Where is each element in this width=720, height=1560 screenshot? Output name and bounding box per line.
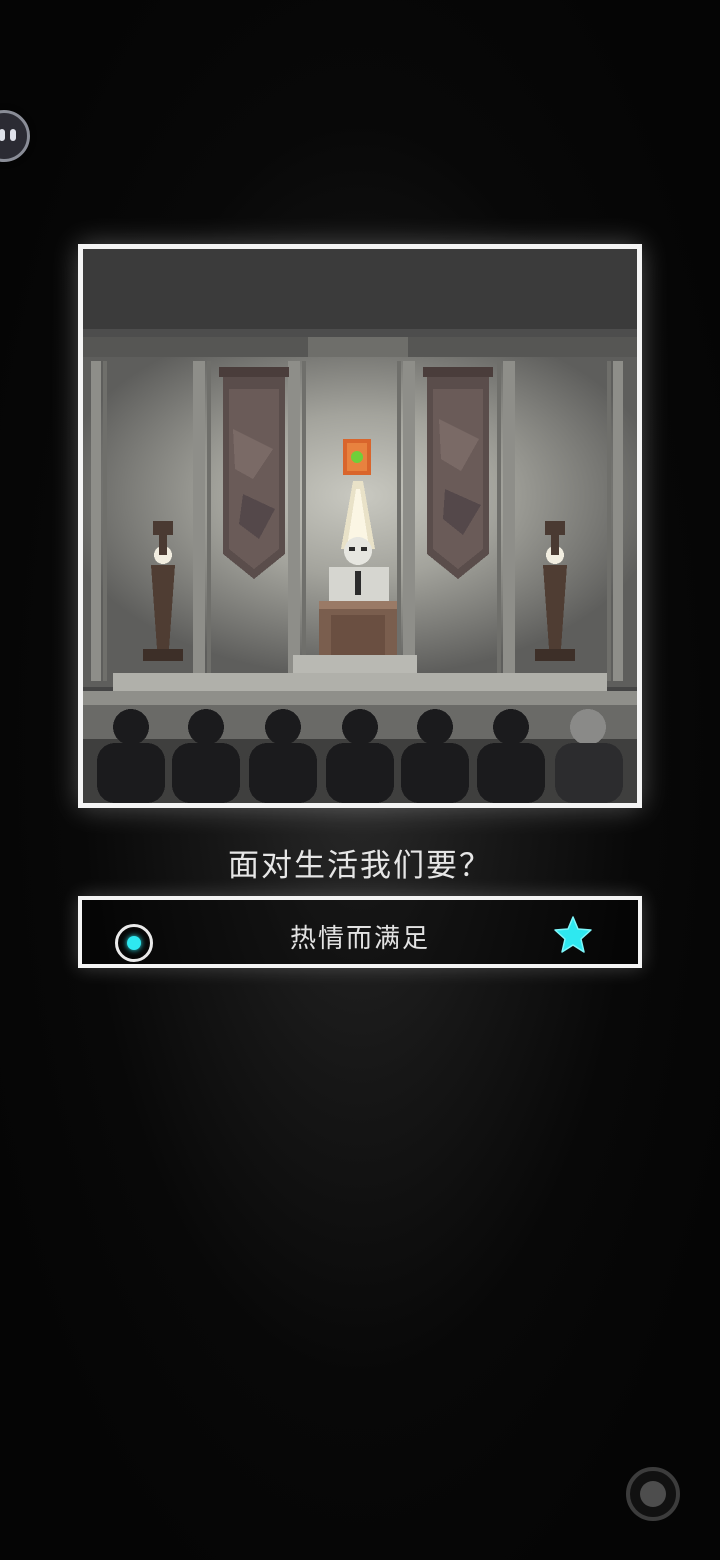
record-icon[interactable]	[626, 1467, 680, 1521]
question-text: 面对生活我们要？	[228, 848, 492, 884]
answer-option-button[interactable]: 热情而满足	[78, 896, 642, 968]
assistant-eye-right	[10, 129, 16, 141]
auditorium-scene-illustration	[83, 249, 637, 803]
scene-illustration-frame	[78, 244, 642, 808]
record-icon-center	[640, 1481, 666, 1507]
banner-right	[423, 367, 493, 579]
floating-assistant-icon[interactable]	[0, 110, 30, 162]
assistant-eye-left	[0, 129, 5, 141]
game-screen: 面对生活我们要？ 热情而满足	[0, 0, 720, 1560]
banner-left	[219, 367, 289, 579]
star-icon	[554, 916, 592, 953]
